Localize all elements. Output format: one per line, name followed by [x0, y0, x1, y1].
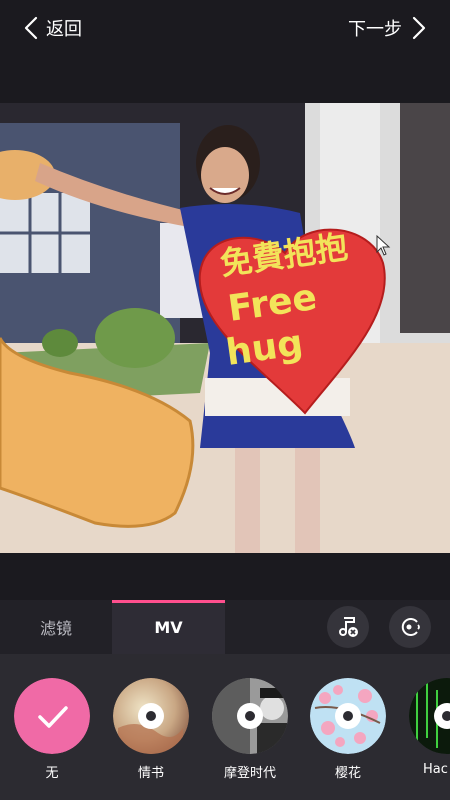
mv-item-label: Hac — [423, 762, 448, 777]
disc-love-letter — [113, 678, 189, 754]
sound-toggle-icon — [401, 618, 420, 636]
next-label: 下一步 — [348, 19, 402, 40]
mv-item-label: 情书 — [137, 766, 164, 781]
back-button[interactable]: 返回 — [24, 14, 82, 42]
tab-bar: 滤镜 MV — [0, 600, 450, 654]
tab-mv[interactable]: MV — [112, 600, 225, 654]
disc-sakura — [310, 678, 386, 754]
mv-item-love-letter[interactable]: 情书 — [113, 678, 189, 781]
disc-none — [14, 678, 90, 754]
top-bar: 返回 下一步 — [0, 0, 450, 56]
mv-item-modern-times[interactable]: 摩登时代 — [212, 678, 288, 781]
mv-item-sakura[interactable]: 樱花 — [310, 678, 386, 781]
music-remove-button[interactable] — [327, 606, 369, 648]
chevron-left-icon — [24, 16, 38, 40]
disc-hacker — [409, 678, 450, 754]
mv-template-list[interactable]: 无 情书 摩登时代 樱花 Hac — [0, 654, 450, 800]
mv-item-label: 无 — [45, 766, 59, 781]
back-label: 返回 — [46, 19, 82, 40]
tab-filter[interactable]: 滤镜 — [0, 600, 112, 654]
mv-item-hacker[interactable]: Hac — [409, 678, 450, 777]
mv-item-label: 樱花 — [334, 766, 361, 781]
mv-item-label: 摩登时代 — [223, 766, 276, 781]
music-remove-icon — [339, 617, 358, 637]
video-preview[interactable]: 免費抱抱 Free hug — [0, 103, 450, 553]
preview-image: 免費抱抱 Free hug — [0, 103, 450, 553]
next-step-button[interactable]: 下一步 — [348, 14, 426, 42]
disc-modern-times — [212, 678, 288, 754]
chevron-right-icon — [412, 16, 426, 40]
mv-item-none[interactable]: 无 — [14, 678, 90, 781]
sound-toggle-button[interactable] — [389, 606, 431, 648]
